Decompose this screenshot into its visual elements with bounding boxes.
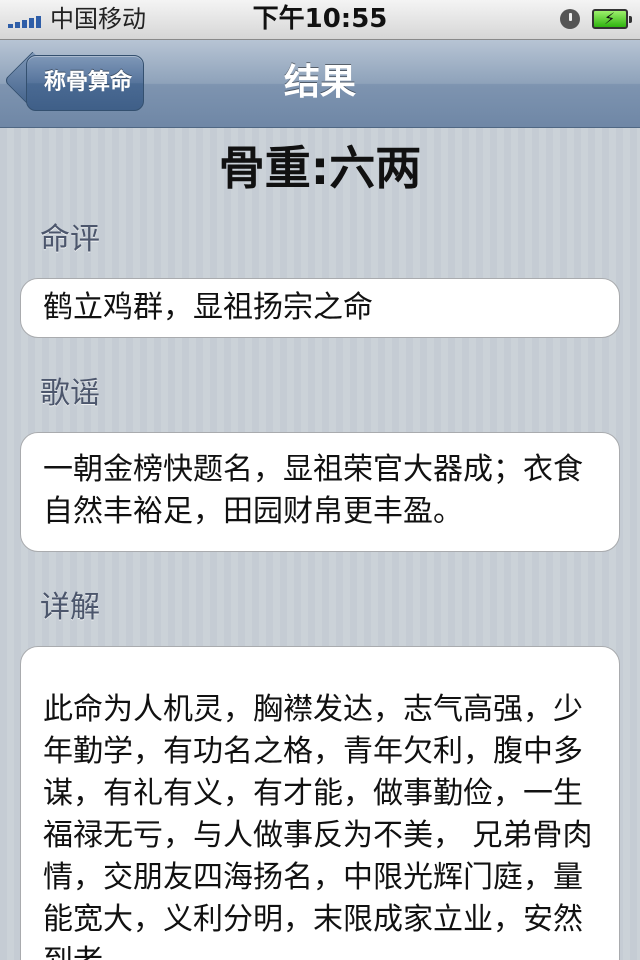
status-time: 下午10:55 xyxy=(252,4,388,34)
page-title: 结果 xyxy=(283,62,356,103)
bone-weight-headline: 骨重:六两 xyxy=(218,141,422,195)
section-label-ballad: 歌谣 xyxy=(40,376,100,411)
bolt-icon: ⚡ xyxy=(604,9,616,28)
detail-text: 此命为人机灵，胸襟发达，志气高强，少年勤学，有功名之格，青年欠利，腹中多谋，有礼… xyxy=(43,692,593,960)
status-bar: 中国移动 下午10:55 ⚡ xyxy=(0,0,640,40)
ballad-text: 一朝金榜快题名，显祖荣官大器成；衣食自然丰裕足，田园财帛更丰盈。 xyxy=(43,452,583,529)
navigation-bar: 称骨算命 结果 xyxy=(0,40,640,128)
battery-charging-icon: ⚡ xyxy=(592,9,632,29)
section-label-detail: 详解 xyxy=(40,590,100,625)
section-label-comment: 命评 xyxy=(40,222,100,257)
ballad-card: 一朝金榜快题名，显祖荣官大器成；衣食自然丰裕足，田园财帛更丰盈。 xyxy=(20,432,620,552)
comment-text: 鹤立鸡群，显祖扬宗之命 xyxy=(43,290,373,325)
lock-icon xyxy=(560,9,580,29)
detail-card[interactable]: 此命为人机灵，胸襟发达，志气高强，少年勤学，有功名之格，青年欠利，腹中多谋，有礼… xyxy=(20,646,620,960)
comment-card: 鹤立鸡群，显祖扬宗之命 xyxy=(20,278,620,338)
back-button[interactable]: 称骨算命 xyxy=(26,55,144,111)
